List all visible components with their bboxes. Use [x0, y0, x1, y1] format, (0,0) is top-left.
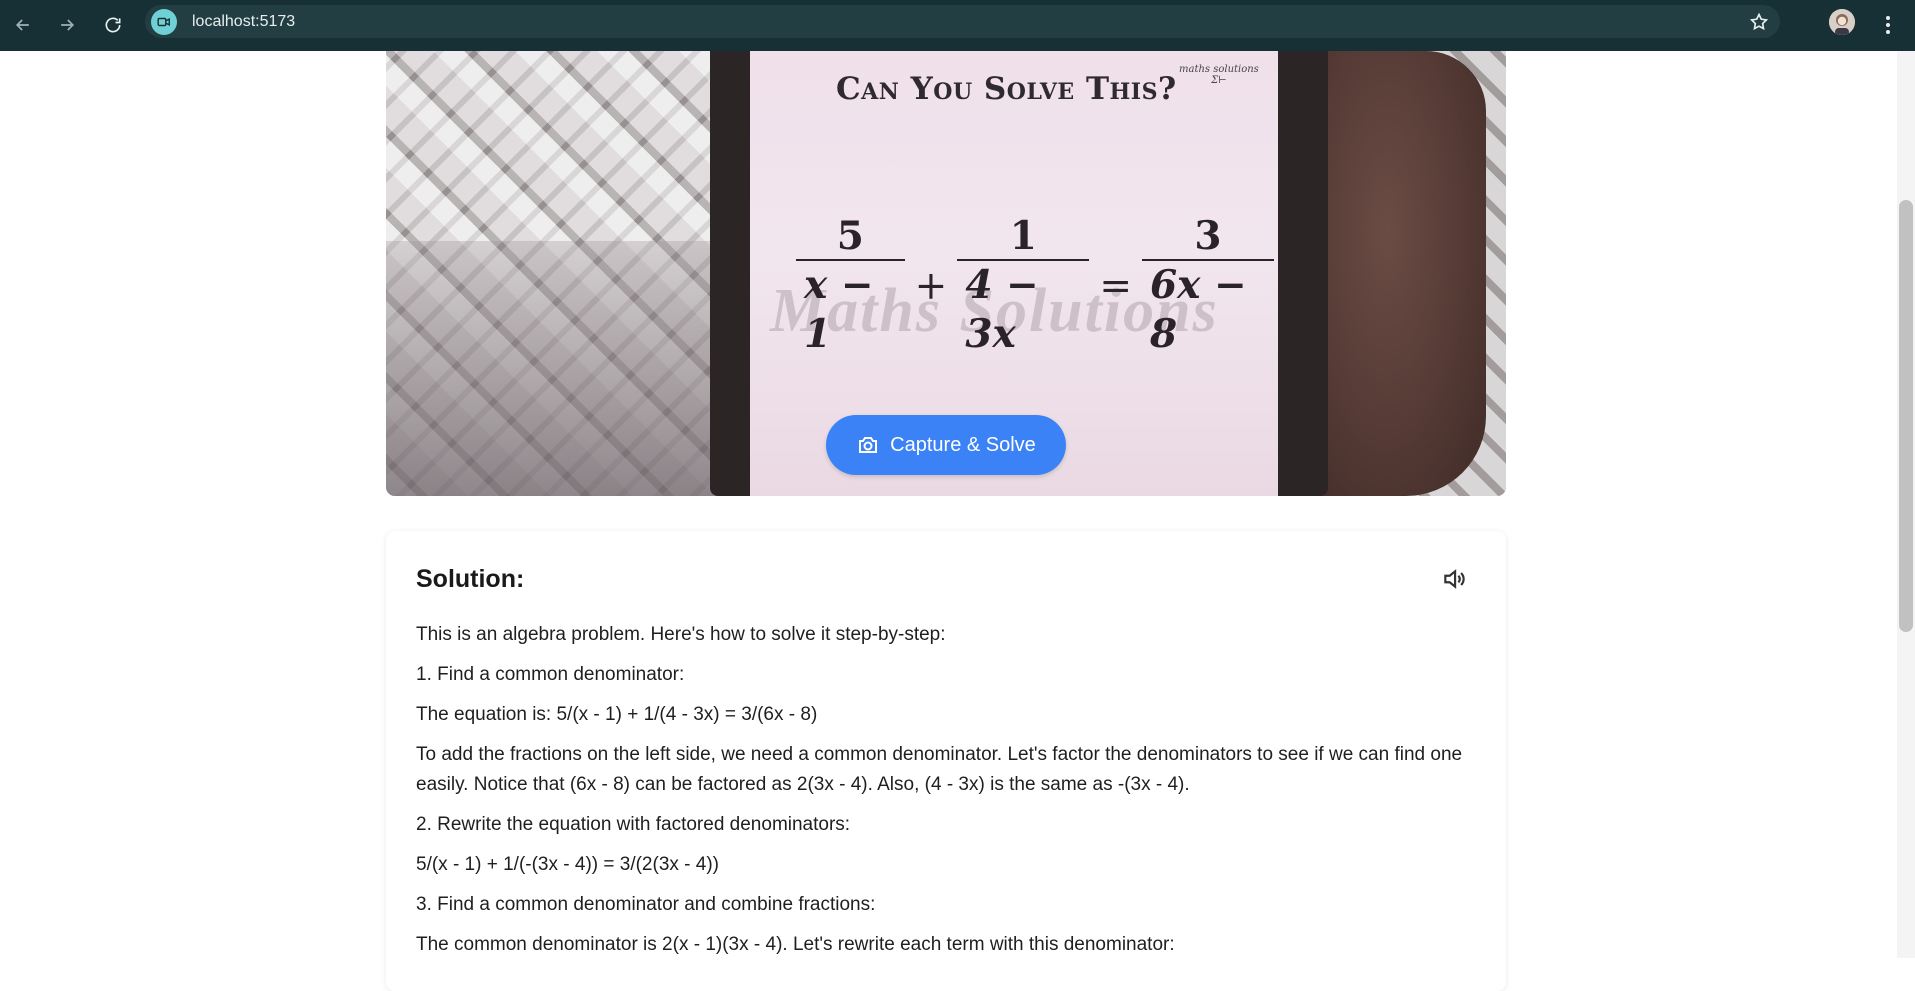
- fraction-3: 3 6x − 8: [1142, 214, 1274, 358]
- plus-operator: +: [914, 263, 948, 309]
- brand-logo: maths solutions Σ⊢: [1179, 64, 1259, 86]
- solution-paragraph: 5/(x - 1) + 1/(-(3x - 4)) = 3/(2(3x - 4)…: [416, 854, 719, 875]
- bookmark-button[interactable]: [1746, 9, 1772, 35]
- read-aloud-button[interactable]: [1439, 564, 1469, 594]
- page-scrollbar-thumb[interactable]: [1899, 200, 1913, 632]
- solution-paragraph: 2. Rewrite the equation with factored de…: [416, 814, 851, 835]
- arrow-right-icon: [61, 19, 75, 31]
- solution-title: Solution:: [416, 565, 525, 593]
- browser-toolbar: localhost:5173: [0, 0, 1915, 51]
- solution-paragraph: This is an algebra problem. Here's how t…: [416, 624, 946, 645]
- camera-icon: [859, 437, 878, 453]
- solution-paragraph: The equation is: 5/(x - 1) + 1/(4 - 3x) …: [416, 704, 818, 725]
- equation: 5 x − 1 + 1 4 − 3x = 3 6x − 8: [792, 214, 1278, 358]
- background-tiles: [386, 51, 726, 496]
- fraction-denominator: x − 1: [796, 258, 905, 359]
- brand-logo-text: maths solutions: [1179, 64, 1259, 75]
- fraction-denominator: 4 − 3x: [957, 258, 1090, 359]
- solution-paragraph: 1. Find a common denominator:: [416, 664, 685, 685]
- capture-and-solve-button[interactable]: Capture & Solve: [826, 415, 1066, 475]
- back-button[interactable]: [6, 8, 40, 42]
- browser-menu-button[interactable]: [1876, 8, 1900, 42]
- address-bar[interactable]: localhost:5173: [145, 5, 1780, 38]
- equals-operator: =: [1099, 263, 1132, 309]
- solution-paragraph: The common denominator is 2(x - 1)(3x - …: [416, 934, 1175, 955]
- solution-text: This is an algebra problem. Here's how t…: [416, 620, 1476, 970]
- fraction-numerator: 3: [1194, 213, 1222, 259]
- brand-logo-symbol: Σ⊢: [1211, 74, 1227, 86]
- solution-paragraph: To add the fractions on the left side, w…: [416, 744, 1463, 795]
- site-info-button[interactable]: [151, 9, 177, 35]
- reload-button[interactable]: [96, 8, 130, 42]
- capture-button-label: Capture & Solve: [890, 433, 1036, 456]
- solution-paragraph: 3. Find a common denominator and combine…: [416, 894, 876, 915]
- fraction-numerator: 5: [836, 213, 864, 259]
- speaker-icon: [1444, 569, 1465, 589]
- hand-holding-phone: [1321, 51, 1486, 496]
- kebab-menu-icon: [1886, 16, 1890, 34]
- arrow-left-icon: [15, 19, 29, 31]
- forward-button[interactable]: [50, 8, 84, 42]
- puzzle-title: Can You Solve This?: [836, 71, 1177, 107]
- fraction-2: 1 4 − 3x: [957, 213, 1090, 359]
- reload-icon: [105, 17, 121, 33]
- profile-avatar[interactable]: [1829, 9, 1855, 35]
- avatar-icon: [1829, 9, 1855, 35]
- solution-card: Solution: This is an algebra problem. He…: [386, 531, 1506, 991]
- fraction-1: 5 x − 1: [796, 214, 905, 358]
- camera-preview: Can You Solve This? maths solutions Σ⊢ M…: [386, 51, 1506, 496]
- camera-video-icon: [157, 17, 170, 27]
- fraction-numerator: 1: [1009, 213, 1037, 259]
- fraction-denominator: 6x − 8: [1142, 258, 1274, 359]
- star-icon: [1749, 12, 1769, 31]
- url-text[interactable]: localhost:5173: [192, 13, 295, 31]
